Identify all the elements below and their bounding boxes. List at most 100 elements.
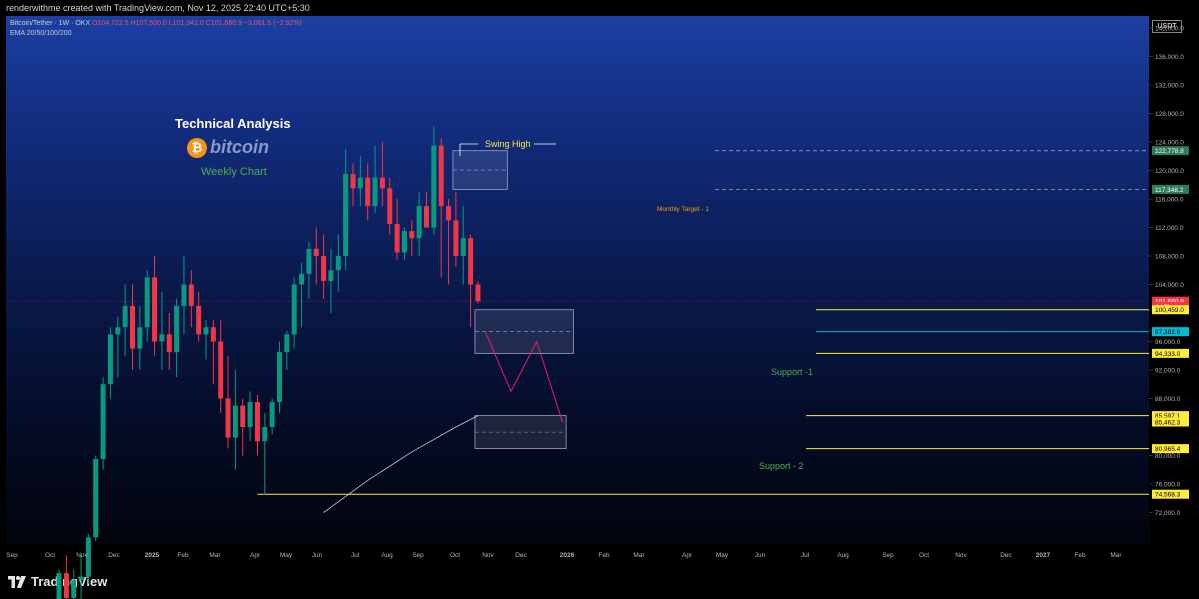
- x-tick-label: Jun: [312, 552, 323, 559]
- support-1-label: Support -1: [771, 367, 813, 377]
- x-tick-label: Oct: [45, 552, 55, 559]
- candle-body: [328, 270, 334, 281]
- x-tick-label: Sep: [6, 552, 18, 559]
- candle-body: [203, 327, 209, 335]
- x-tick-label: May: [280, 552, 293, 559]
- candle-body: [335, 256, 341, 271]
- candle-body: [188, 284, 194, 306]
- x-tick-label: 2027: [1036, 552, 1051, 559]
- candle-body: [277, 352, 282, 403]
- candle-body: [438, 145, 444, 207]
- x-tick-label: Nov: [955, 552, 967, 559]
- x-tick-label: Aug: [837, 552, 849, 559]
- y-tick-label: 132,000.0: [1155, 83, 1184, 90]
- candle-body: [431, 145, 437, 228]
- price-label: 94,333.0: [1155, 351, 1181, 358]
- y-tick-label: 112,000.0: [1155, 225, 1184, 232]
- candle-body: [306, 248, 312, 274]
- y-tick-label: 116,000.0: [1155, 197, 1184, 204]
- candle-body: [401, 231, 407, 253]
- candle-body: [343, 174, 349, 256]
- candle-body: [181, 284, 187, 306]
- candle-body: [394, 223, 400, 253]
- x-tick-label: Dec: [108, 552, 120, 559]
- candle-body: [218, 341, 224, 399]
- x-tick-label: Mar: [209, 552, 221, 559]
- candle-body: [166, 334, 172, 353]
- candle-body: [262, 427, 268, 442]
- candle-body: [174, 305, 180, 353]
- x-tick-label: 2025: [145, 552, 160, 559]
- x-tick-label: Jul: [801, 552, 810, 559]
- candle-body: [137, 327, 143, 349]
- y-tick-label: 80,000.0: [1155, 453, 1181, 460]
- bitcoin-logo: ₿ bitcoin: [187, 137, 269, 158]
- x-tick-label: Feb: [598, 552, 610, 559]
- candle-body: [372, 177, 378, 207]
- candle-body: [446, 206, 452, 221]
- chart-annotation-title: Technical Analysis: [175, 116, 291, 131]
- price-label: 122,778.8: [1155, 148, 1184, 155]
- candle-body: [453, 220, 459, 256]
- candle-body: [475, 284, 481, 302]
- x-tick-label: Dec: [1000, 552, 1012, 559]
- candle-body: [107, 334, 113, 385]
- x-tick-label: Dec: [515, 552, 527, 559]
- candle-body: [460, 238, 466, 256]
- y-tick-label: 108,000.0: [1155, 254, 1184, 261]
- candle-body: [159, 334, 165, 342]
- candle-body: [284, 334, 290, 353]
- candle-body: [130, 305, 135, 349]
- candle-body: [247, 402, 253, 427]
- y-tick-label: 124,000.0: [1155, 140, 1184, 147]
- candle-body: [210, 327, 216, 342]
- candle-body: [357, 177, 363, 189]
- x-tick-label: Feb: [1074, 552, 1086, 559]
- candle-body: [424, 206, 429, 228]
- candle-body: [232, 405, 238, 438]
- x-tick-label: Jul: [351, 552, 360, 559]
- x-tick-label: Feb: [177, 552, 189, 559]
- y-tick-label: 140,000.0: [1155, 26, 1184, 33]
- x-tick-label: May: [716, 552, 729, 559]
- candle-body: [269, 402, 275, 427]
- candle-body: [152, 277, 158, 342]
- x-tick-label: 2026: [560, 552, 575, 559]
- candle-body: [100, 384, 106, 460]
- candle-body: [321, 256, 327, 281]
- candle-body: [225, 398, 231, 438]
- x-tick-label: Sep: [882, 552, 894, 559]
- y-tick-label: 128,000.0: [1155, 111, 1184, 118]
- price-label: 85,462.3: [1155, 420, 1181, 427]
- candle-body: [416, 206, 422, 239]
- candle-body: [299, 273, 305, 285]
- price-label: 97,382.6: [1155, 329, 1181, 336]
- candle-body: [144, 277, 150, 328]
- candle-body: [71, 580, 77, 598]
- price-label: 100,459.0: [1155, 307, 1184, 314]
- candle-body: [387, 188, 393, 224]
- y-tick-label: 76,000.0: [1155, 482, 1181, 489]
- candle-body: [291, 284, 297, 335]
- price-label: 80,965.4: [1155, 446, 1181, 453]
- x-tick-label: Aug: [381, 552, 393, 559]
- y-tick-label: 92,000.0: [1155, 368, 1181, 375]
- swing-high-label: Swing High: [485, 139, 531, 149]
- price-label: 74,568.3: [1155, 492, 1181, 499]
- monthly-target-label: Monthly Target - 1: [657, 206, 709, 213]
- x-tick-label: Nov: [76, 552, 88, 559]
- x-tick-label: Jun: [755, 552, 766, 559]
- x-tick-label: Mar: [1110, 552, 1122, 559]
- x-tick-label: Nov: [482, 552, 494, 559]
- candle-body: [93, 459, 99, 538]
- candle-body: [78, 576, 84, 581]
- x-tick-label: Apr: [682, 552, 693, 559]
- x-tick-label: Apr: [250, 552, 261, 559]
- candle-body: [240, 405, 246, 427]
- bitcoin-wordmark: bitcoin: [210, 137, 269, 157]
- chart-svg: Swing High Monthly Target - 1 Support -1 Su…: [6, 26, 1189, 599]
- x-tick-label: Oct: [450, 552, 460, 559]
- candle-body: [379, 177, 385, 189]
- candle-body: [350, 174, 356, 189]
- y-tick-label: 88,000.0: [1155, 396, 1181, 403]
